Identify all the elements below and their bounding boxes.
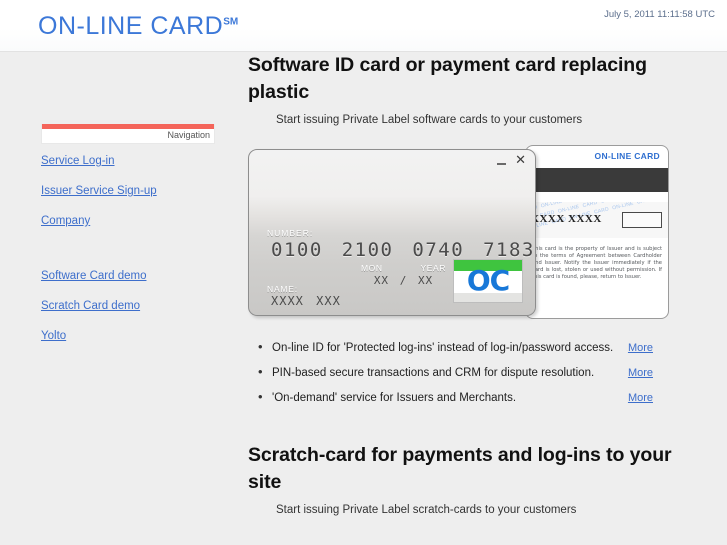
page-body: Navigation Service Log-in Issuer Service… [0,52,727,545]
bullet-text-1: On-line ID for 'Protected log-ins' inste… [248,340,613,355]
bullet-text-2: PIN-based secure transactions and CRM fo… [248,365,594,380]
card-legal-text: This card is the property of Issuer and … [532,246,662,280]
signature-value: XXXX XXXX [531,213,602,225]
main-content: Software ID card or payment card replaci… [248,52,688,517]
site-logo-text: ON-LINE CARD [38,12,224,40]
card-expiry: MON YEAR XX / XX [361,263,446,287]
section-two-title: Scratch-card for payments and log-ins to… [248,444,672,493]
window-controls: ✕ [497,154,526,167]
card-name-value: XXXX XXX [271,294,341,308]
page-header: ON-LINE CARDSM July 5, 2011 11:11:58 UTC [0,0,727,52]
sidebar-item-service-login[interactable]: Service Log-in [41,154,231,168]
minimize-icon[interactable] [497,163,507,165]
list-item: PIN-based secure transactions and CRM fo… [248,365,653,380]
section-two-subtitle: Start issuing Private Label scratch-card… [276,504,577,516]
card-back-brand: ON-LINE CARD [594,151,660,161]
sidebar-item-yolto[interactable]: Yolto [41,329,231,343]
more-link-1[interactable]: More [628,342,653,354]
sidebar-item-scratch-card-demo[interactable]: Scratch Card demo [41,299,231,313]
card-back: ON-LINE CARD ON-LINE CARD ON-LINE CARD O… [525,145,669,319]
header-datetime: July 5, 2011 11:11:58 UTC [604,9,715,20]
software-card-window: ✕ NUMBER: 0100 2100 0740 7183 MON YEAR X… [248,149,536,316]
oc-logo-icon: OC [453,259,523,303]
section-scratch-card: Scratch-card for payments and log-ins to… [248,442,688,517]
navigation-header-box: Navigation [41,124,215,144]
page-subtitle: Start issuing Private Label software car… [276,114,583,126]
sidebar-item-issuer-service-signup[interactable]: Issuer Service Sign-up [41,184,231,198]
page-title: Software ID card or payment card replaci… [248,54,647,103]
more-link-3[interactable]: More [628,392,653,404]
list-item: 'On-demand' service for Issuers and Merc… [248,390,653,405]
sidebar-nav-list: Service Log-in Issuer Service Sign-up Co… [41,154,231,359]
bullet-text-3: 'On-demand' service for Issuers and Merc… [248,390,516,405]
card-illustration: ON-LINE CARD ON-LINE CARD ON-LINE CARD O… [248,145,669,319]
sidebar-item-software-card-demo[interactable]: Software Card demo [41,269,231,283]
oc-logo-letters: OC [466,264,510,297]
card-month-value: XX [373,274,390,287]
site-logo[interactable]: ON-LINE CARDSM [38,12,238,41]
navigation-label: Navigation [167,130,210,140]
card-expiry-labels: MON YEAR [361,263,446,273]
card-expiry-separator: / [399,274,408,287]
sidebar-divider-gap [41,244,231,269]
card-number-label: NUMBER: [267,228,314,238]
service-mark-icon: SM [223,16,239,28]
cvv-box [622,212,662,228]
card-name-label: NAME: [267,284,298,294]
close-icon[interactable]: ✕ [515,154,526,167]
card-expiry-values: XX / XX [361,274,446,287]
card-number-value: 0100 2100 0740 7183 [271,239,535,261]
card-year-label: YEAR [420,263,446,273]
card-year-value: XX [417,274,434,287]
feature-bullet-list: On-line ID for 'Protected log-ins' inste… [248,340,653,405]
card-month-label: MON [361,263,383,273]
signature-panel: ON-LINE CARD ON-LINE CARD ON-LINE CARD O… [526,202,668,238]
more-link-2[interactable]: More [628,367,653,379]
magnetic-stripe [526,168,668,192]
oc-logo-white-band: OC [454,266,522,296]
sidebar-item-company[interactable]: Company [41,214,231,228]
list-item: On-line ID for 'Protected log-ins' inste… [248,340,653,355]
